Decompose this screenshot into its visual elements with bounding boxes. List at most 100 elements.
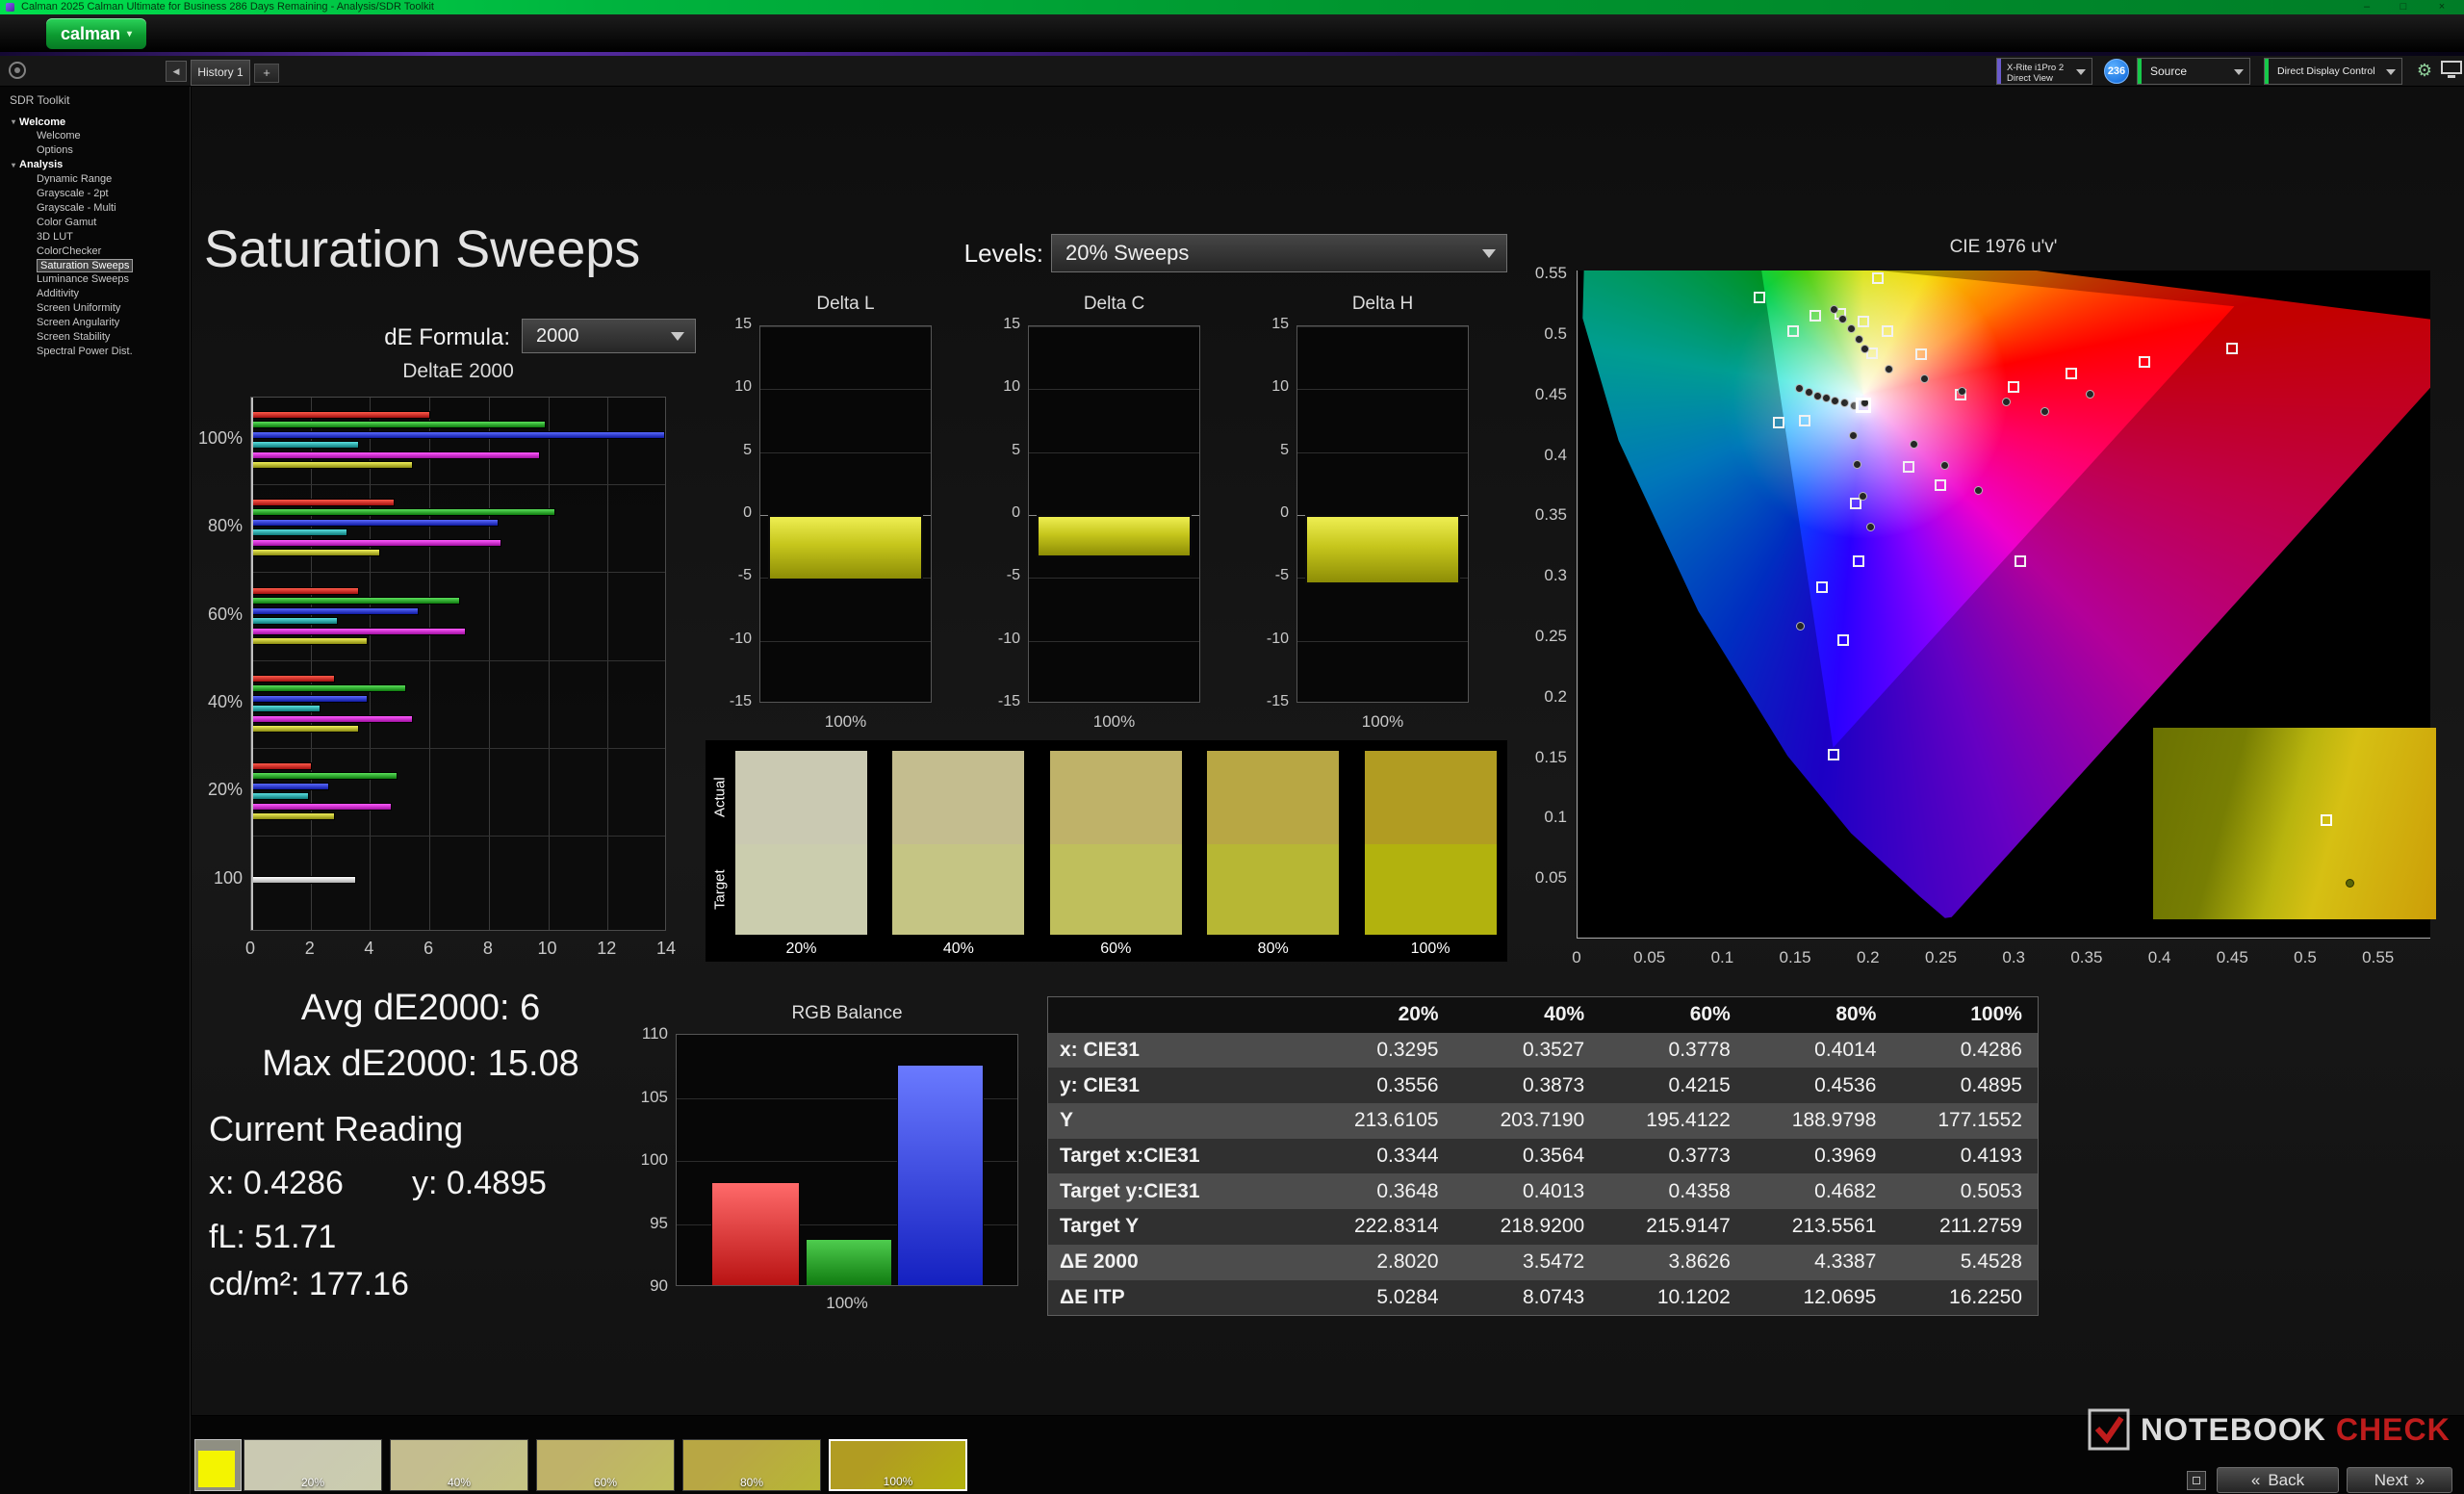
levels-dropdown[interactable]: 20% Sweeps: [1051, 234, 1507, 272]
thumbnail-100[interactable]: 100%: [829, 1439, 967, 1491]
panel-toggle-icon[interactable]: [9, 62, 26, 79]
maximize-button[interactable]: □: [2387, 0, 2420, 14]
cie-ytick-label: 0.55: [1534, 264, 1567, 283]
table-row-label: ΔE 2000: [1060, 1250, 1139, 1274]
swatch-label: 60%: [1100, 940, 1132, 957]
gridline: [1297, 389, 1468, 391]
sidebar: SDR Toolkit ▾ Welcome Welcome Options ▾ Analy…: [0, 87, 191, 1494]
next-label: Next: [2374, 1470, 2408, 1489]
de-formula-dropdown[interactable]: 2000: [522, 319, 696, 353]
sidebar-item-label: Analysis: [19, 159, 64, 171]
deltaE-bar-red: [252, 498, 396, 506]
page-title: Saturation Sweeps: [204, 220, 641, 278]
deltaE-gridline: [429, 398, 431, 930]
display-icon[interactable]: [2441, 61, 2462, 80]
sidebar-item-welcome[interactable]: ▾ Welcome: [0, 115, 191, 129]
table-row-label: ΔE ITP: [1060, 1285, 1125, 1308]
sidebar-item-spectral-power-dist[interactable]: Spectral Power Dist.: [0, 344, 191, 358]
source-dropdown[interactable]: Source: [2137, 58, 2250, 85]
deltaE-category-label: 100: [213, 868, 243, 888]
sidebar-item-screen-uniformity[interactable]: Screen Uniformity: [0, 301, 191, 316]
sidebar-item-label: Screen Uniformity: [37, 302, 121, 315]
sidebar-item-label: ColorChecker: [37, 245, 102, 257]
cie-xtick-label: 0.45: [2216, 948, 2248, 966]
rgb-balance-title: RGB Balance: [791, 1003, 903, 1023]
reading-cdm2-value: cd/m²: 177.16: [209, 1266, 409, 1302]
sidebar-collapse-button[interactable]: ◀: [166, 61, 187, 82]
xlabel-delta-h: 100%: [1361, 712, 1404, 731]
table-cell: 0.3773: [1668, 1145, 1731, 1168]
sidebar-item-colorchecker[interactable]: ColorChecker: [0, 244, 191, 258]
thumbnail-40[interactable]: 40%: [390, 1439, 528, 1491]
table-cell: 211.2759: [1938, 1215, 2022, 1238]
swatch-label: 40%: [942, 940, 974, 957]
cie-target-square: [1828, 749, 1840, 761]
tab-history-1[interactable]: History 1: [191, 60, 250, 86]
swatch-actual-20: [735, 751, 867, 844]
thumbnail-80[interactable]: 80%: [682, 1439, 821, 1491]
cie-target-square: [1871, 272, 1884, 285]
sidebar-item-3d-lut[interactable]: 3D LUT: [0, 229, 191, 244]
ytick-label: 0: [1012, 504, 1020, 521]
cie-measurement-dot: [1859, 491, 1868, 501]
deltaE-bar-yellow: [252, 812, 336, 821]
sidebar-item-screen-stability[interactable]: Screen Stability: [0, 330, 191, 345]
table-cell: 0.3969: [1814, 1145, 1877, 1168]
thumbnail-60[interactable]: 60%: [536, 1439, 675, 1491]
add-tab-button[interactable]: +: [254, 64, 279, 83]
deltaE-bar-cyan: [252, 528, 347, 537]
cie-ytick-label: 0.35: [1534, 505, 1567, 525]
sidebar-item-label: Dynamic Range: [37, 173, 113, 186]
display-control-dropdown[interactable]: Direct Display Control: [2264, 58, 2402, 85]
chevron-down-icon: [1482, 248, 1496, 258]
gridline: [1297, 451, 1468, 453]
thumbnail-20[interactable]: 20%: [244, 1439, 382, 1491]
swatch-target-80: [1207, 844, 1340, 935]
deltaE-category-label: 100%: [197, 428, 243, 448]
gridline: [1029, 578, 1199, 580]
sidebar-item-dynamic-range[interactable]: Dynamic Range: [0, 172, 191, 187]
cie-target-square: [1787, 325, 1800, 338]
display-icon-stand: [2448, 75, 2455, 78]
gear-icon[interactable]: ⚙: [2412, 58, 2437, 83]
sidebar-item-screen-angularity[interactable]: Screen Angularity: [0, 316, 191, 330]
sidebar-item-color-gamut[interactable]: Color Gamut: [0, 215, 191, 229]
swatch-axis-label-target: Target: [711, 869, 729, 910]
table-cell: 0.3556: [1376, 1073, 1439, 1096]
table-row-label: y: CIE31: [1060, 1073, 1140, 1096]
table-row-target-x-cie31: Target x:CIE31 0.3344 0.3564 0.3773 0.3969 0.…: [1048, 1138, 2038, 1174]
sidebar-item-grayscale-2pt[interactable]: Grayscale - 2pt: [0, 187, 191, 201]
sidebar-item-analysis[interactable]: ▾ Analysis: [0, 158, 191, 172]
sidebar-item-options[interactable]: Options: [0, 143, 191, 158]
sidebar-item-grayscale-multi[interactable]: Grayscale - Multi: [0, 200, 191, 215]
ytick-label: -15: [1266, 693, 1289, 709]
cie-ytick-label: 0.5: [1544, 324, 1567, 343]
sidebar-item-additivity[interactable]: Additivity: [0, 287, 191, 301]
deltaE-bar-magenta: [252, 627, 467, 635]
swatch-actual-40: [892, 751, 1025, 844]
table-cell: 3.5472: [1522, 1250, 1585, 1274]
meter-count-badge[interactable]: 236: [2104, 59, 2129, 84]
table-row-e-itp: ΔE ITP 5.0284 8.0743 10.1202 12.0695 16.2250: [1048, 1279, 2038, 1316]
table-row-label: Target y:CIE31: [1060, 1179, 1200, 1202]
nav-stop-icon[interactable]: [2187, 1471, 2206, 1490]
meter-dropdown[interactable]: X-Rite i1Pro 2 Direct View: [1996, 58, 2092, 85]
table-cell: 3.8626: [1668, 1250, 1731, 1274]
next-button[interactable]: Next »: [2347, 1467, 2452, 1493]
cie-target-square: [1809, 310, 1821, 322]
ytick-label: 5: [743, 441, 752, 458]
close-button[interactable]: ×: [2426, 0, 2458, 14]
minimize-button[interactable]: –: [2350, 0, 2383, 14]
sidebar-item-welcome[interactable]: Welcome: [0, 129, 191, 143]
back-button[interactable]: « Back: [2217, 1467, 2339, 1493]
calman-menu-button[interactable]: calman ▾: [46, 18, 146, 49]
cie-ytick-label: 0.1: [1544, 808, 1567, 827]
thumbnail-current-patch[interactable]: [194, 1439, 242, 1491]
deltaE-bar-red: [252, 761, 312, 770]
cie-target-square: [2066, 368, 2078, 380]
sidebar-item-saturation-sweeps[interactable]: Saturation Sweeps: [0, 258, 191, 272]
cie-measurement-dot: [1848, 431, 1858, 440]
chart-title-delta-c: Delta C: [1083, 294, 1145, 314]
sidebar-item-luminance-sweeps[interactable]: Luminance Sweeps: [0, 272, 191, 287]
tree-expander-icon: ▾: [12, 117, 16, 126]
